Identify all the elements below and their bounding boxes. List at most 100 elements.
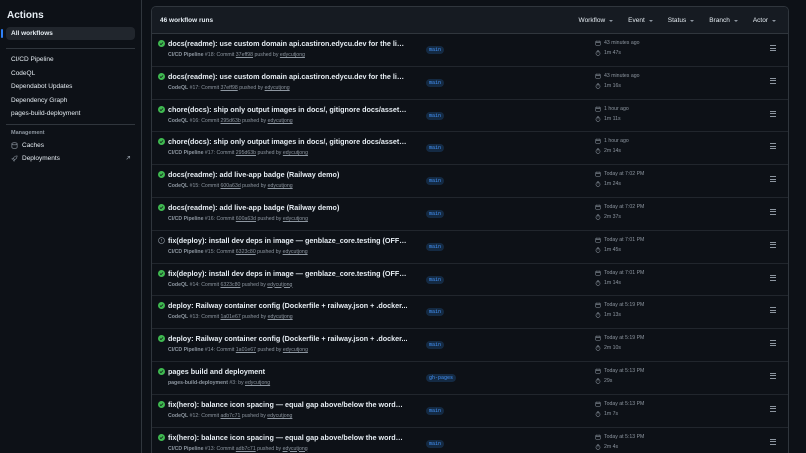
filter-event[interactable]: Event — [628, 17, 653, 24]
kebab-menu-icon[interactable] — [769, 45, 777, 53]
run-row[interactable]: deploy: Railway container config (Docker… — [152, 296, 788, 330]
sidebar-item-workflow[interactable]: Dependency Graph — [6, 94, 135, 108]
actor-link[interactable]: edycutjong — [267, 282, 292, 288]
commit-link[interactable]: 1a01e67 — [221, 314, 241, 320]
sidebar-item-caches[interactable]: Caches — [6, 139, 135, 153]
run-title[interactable]: chore(docs): ship only output images in … — [168, 105, 408, 114]
run-title[interactable]: fix(hero): balance icon spacing — equal … — [168, 433, 408, 442]
run-title[interactable]: pages build and deployment — [168, 367, 408, 376]
commit-link[interactable]: 37eff98 — [236, 52, 253, 58]
all-workflows-link[interactable]: All workflows — [1, 27, 135, 40]
commit-link[interactable]: 1a01e67 — [236, 347, 256, 353]
run-title[interactable]: fix(deploy): install dev deps in image —… — [168, 236, 408, 245]
kebab-menu-icon[interactable] — [769, 241, 777, 250]
kebab-menu-icon[interactable] — [769, 340, 777, 348]
commit-link[interactable]: 295d63b — [236, 150, 256, 156]
run-number: #14 — [189, 281, 199, 288]
run-row[interactable]: docs(readme): add live-app badge (Railwa… — [152, 165, 788, 198]
actor-link[interactable]: edycutjong — [245, 380, 270, 386]
kebab-menu-icon[interactable] — [769, 110, 777, 119]
commit-link[interactable]: 600a63d — [236, 216, 256, 222]
branch-badge[interactable]: main — [426, 341, 445, 350]
run-number: #17 — [204, 150, 214, 157]
commit-link[interactable]: 37eff98 — [221, 85, 238, 91]
filter-actor[interactable]: Actor — [753, 17, 776, 24]
calendar-icon — [595, 335, 601, 341]
rocket-icon — [11, 155, 18, 162]
branch-badge[interactable]: main — [426, 177, 445, 186]
sidebar-item-workflow[interactable]: Dependabot Updates — [6, 80, 135, 94]
run-row[interactable]: fix(deploy): install dev deps in image —… — [152, 231, 788, 264]
filter-branch[interactable]: Branch — [709, 17, 738, 24]
branch-badge[interactable]: main — [426, 308, 445, 317]
kebab-menu-icon[interactable] — [769, 438, 777, 447]
actor-link[interactable]: edycutjong — [283, 150, 308, 156]
actor-link[interactable]: edycutjong — [267, 413, 292, 419]
sidebar-item-workflow[interactable]: pages-build-deployment — [6, 107, 135, 121]
kebab-menu-icon[interactable] — [769, 208, 777, 217]
actor-link[interactable]: edycutjong — [283, 249, 308, 255]
run-title[interactable]: fix(hero): balance icon spacing — equal … — [168, 400, 408, 409]
run-row[interactable]: fix(hero): balance icon spacing — equal … — [152, 395, 788, 428]
run-row[interactable]: docs(readme): add live-app badge (Railwa… — [152, 198, 788, 231]
commit-link[interactable]: 600a63d — [221, 183, 241, 189]
commit-link[interactable]: adb7c71 — [236, 446, 256, 452]
actor-link[interactable]: edycutjong — [265, 85, 290, 91]
external-link-icon[interactable] — [124, 155, 131, 162]
pushed-by-text: pushed by — [241, 412, 266, 419]
sidebar-item-workflow[interactable]: CodeQL — [6, 67, 135, 81]
branch-badge[interactable]: main — [426, 78, 445, 87]
run-row[interactable]: fix(hero): balance icon spacing — equal … — [152, 428, 788, 453]
run-time: Today at 5:13 PM — [595, 368, 644, 374]
branch-badge[interactable]: main — [426, 46, 445, 54]
branch-badge[interactable]: main — [426, 439, 445, 448]
filter-status[interactable]: Status — [668, 17, 695, 24]
sidebar-item-deployments[interactable]: Deployments — [6, 152, 135, 166]
run-row[interactable]: chore(docs): ship only output images in … — [152, 132, 788, 166]
run-title[interactable]: fix(deploy): install dev deps in image —… — [168, 269, 408, 278]
run-time-text: Today at 5:19 PM — [604, 335, 645, 342]
run-row[interactable]: docs(readme): use custom domain api.cast… — [152, 34, 788, 67]
actor-link[interactable]: edycutjong — [280, 52, 305, 58]
run-row[interactable]: deploy: Railway container config (Docker… — [152, 329, 788, 362]
actor-link[interactable]: edycutjong — [268, 314, 293, 320]
commit-link[interactable]: 6323c80 — [221, 282, 241, 288]
run-title[interactable]: docs(readme): use custom domain api.cast… — [168, 72, 408, 81]
actor-link[interactable]: edycutjong — [283, 446, 308, 452]
run-title[interactable]: chore(docs): ship only output images in … — [168, 137, 408, 146]
run-title[interactable]: docs(readme): add live-app badge (Railwa… — [168, 170, 408, 179]
commit-link[interactable]: 6323c80 — [236, 249, 256, 255]
kebab-menu-icon[interactable] — [769, 372, 777, 381]
actor-link[interactable]: edycutjong — [283, 347, 308, 353]
run-row[interactable]: docs(readme): use custom domain api.cast… — [152, 67, 788, 100]
run-title[interactable]: docs(readme): add live-app badge (Railwa… — [168, 203, 408, 212]
kebab-menu-icon[interactable] — [769, 143, 777, 151]
branch-badge[interactable]: main — [426, 209, 445, 218]
branch-badge[interactable]: main — [426, 242, 445, 251]
kebab-menu-icon[interactable] — [769, 405, 777, 414]
actor-link[interactable]: edycutjong — [268, 118, 293, 124]
run-title[interactable]: docs(readme): use custom domain api.cast… — [168, 39, 408, 48]
run-row[interactable]: chore(docs): ship only output images in … — [152, 100, 788, 133]
branch-badge[interactable]: main — [426, 144, 445, 153]
run-title[interactable]: deploy: Railway container config (Docker… — [168, 301, 408, 310]
filter-workflow[interactable]: Workflow — [579, 17, 614, 24]
branch-badge[interactable]: gh-pages — [426, 373, 457, 382]
kebab-menu-icon[interactable] — [769, 274, 777, 283]
actor-link[interactable]: edycutjong — [283, 216, 308, 222]
commit-link[interactable]: 295d63b — [221, 118, 241, 124]
run-workflow-name: CodeQL — [168, 314, 189, 321]
sidebar-item-workflow[interactable]: CI/CD Pipeline — [6, 53, 135, 67]
kebab-menu-icon[interactable] — [769, 176, 777, 184]
branch-badge[interactable]: main — [426, 111, 445, 120]
commit-link[interactable]: adb7c71 — [221, 413, 241, 419]
run-title[interactable]: deploy: Railway container config (Docker… — [168, 334, 408, 343]
run-workflow-name: CI/CD Pipeline — [168, 52, 204, 58]
kebab-menu-icon[interactable] — [769, 77, 777, 86]
actor-link[interactable]: edycutjong — [268, 183, 293, 189]
run-row[interactable]: fix(deploy): install dev deps in image —… — [152, 264, 788, 297]
branch-badge[interactable]: main — [426, 406, 445, 415]
branch-badge[interactable]: main — [426, 275, 445, 284]
run-row[interactable]: pages build and deployment pages-build-de… — [152, 362, 788, 395]
kebab-menu-icon[interactable] — [769, 307, 777, 315]
